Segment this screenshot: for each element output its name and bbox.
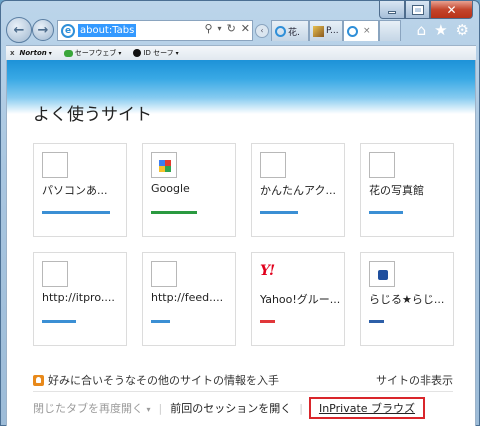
navigation-bar: ← → e about:Tabs ⚲ ▾ ↻ ✕ ‹ 花. P... × ⌂ ★… [5, 17, 477, 45]
tab-label: 花. [288, 27, 300, 38]
idsafe-icon [133, 49, 142, 57]
usage-bar [369, 320, 384, 323]
tab-label: P... [326, 26, 339, 36]
chevron-down-icon: ▾ [175, 49, 179, 57]
site-tile[interactable]: http://feed.... [142, 252, 236, 346]
site-thumbnail [151, 261, 177, 287]
site-tile-label: Google [151, 182, 190, 195]
reopen-session-link[interactable]: 前回のセッションを開く [170, 400, 291, 416]
chevron-down-icon: ▾ [118, 49, 122, 57]
forward-button[interactable]: → [32, 19, 54, 41]
divider [33, 391, 453, 392]
back-arrow-icon: ← [13, 22, 25, 38]
usage-bar [260, 211, 298, 214]
site-thumbnail [151, 152, 177, 178]
close-icon: ✕ [446, 2, 457, 17]
browser-window: ✕ ← → e about:Tabs ⚲ ▾ ↻ ✕ ‹ 花. P... × ⌂… [0, 0, 480, 426]
usage-bar [151, 320, 170, 323]
search-icon[interactable]: ⚲ [204, 22, 212, 35]
browser-command-icons: ⌂ ★ ⚙ [417, 21, 469, 39]
inprivate-browsing-link[interactable]: InPrivate ブラウズ [308, 397, 426, 419]
tab-scroll-left-button[interactable]: ‹ [255, 24, 269, 38]
photo-tab-icon [313, 25, 324, 37]
usage-bar [151, 211, 197, 214]
site-thumbnail: Y! [260, 261, 286, 287]
norton-menu[interactable]: Norton ▾ [20, 49, 52, 57]
yahoo-icon: Y! [260, 263, 275, 279]
site-tile[interactable]: かんたんアク... [251, 143, 345, 237]
usage-bar [42, 320, 76, 323]
ie-tab-icon [275, 25, 286, 37]
safeweb-icon [63, 49, 73, 57]
chevron-down-icon: ▾ [146, 405, 151, 414]
site-thumbnail [260, 152, 286, 178]
site-thumbnail [369, 261, 395, 287]
separator: | [299, 401, 303, 415]
usage-bar [42, 211, 110, 214]
safeweb-menu[interactable]: セーフウェブ ▾ [63, 48, 122, 58]
safeweb-label: セーフウェブ [74, 49, 117, 57]
minimize-icon [388, 10, 396, 14]
site-tile-label: http://itpro.... [42, 291, 115, 304]
site-tile[interactable]: 花の写真館 [360, 143, 454, 237]
separator: | [158, 401, 163, 415]
tab-photo[interactable]: P... [309, 20, 343, 41]
new-tab-page: よく使うサイト パソコンあ... Google かんたんアク... 花の写真館 [6, 60, 476, 426]
chevron-down-icon: ▾ [48, 49, 52, 57]
reopen-closed-tabs-label: 閉じたタブを再度開く [33, 402, 143, 415]
address-bar[interactable]: e about:Tabs ⚲ ▾ ↻ ✕ [57, 20, 253, 41]
forward-arrow-icon: → [37, 22, 49, 38]
address-input[interactable]: about:Tabs [78, 24, 137, 37]
stop-icon[interactable]: ✕ [241, 22, 250, 35]
address-tools: ⚲ ▾ ↻ ✕ [204, 22, 250, 35]
site-tile[interactable]: http://itpro.... [33, 252, 127, 346]
tab-close-icon[interactable]: × [363, 26, 371, 36]
site-thumbnail [42, 152, 68, 178]
usage-bar [369, 211, 403, 214]
back-button[interactable]: ← [6, 17, 32, 43]
settings-gear-icon[interactable]: ⚙ [456, 21, 469, 39]
site-tile[interactable]: Google [142, 143, 236, 237]
radio-site-icon [378, 270, 388, 280]
site-tile-label: らじる★らじ... [369, 293, 445, 306]
site-thumbnail [42, 261, 68, 287]
ie-tab-icon [347, 25, 358, 37]
page-title: よく使うサイト [33, 105, 152, 125]
dropdown-icon[interactable]: ▾ [218, 24, 222, 35]
site-tile-label: Yahoo!グルー... [260, 293, 341, 306]
site-tile[interactable]: パソコンあ... [33, 143, 127, 237]
site-tile-label: パソコンあ... [42, 184, 108, 197]
site-tile[interactable]: Y! Yahoo!グルー... [251, 252, 345, 346]
hide-sites-link[interactable]: サイトの非表示 [376, 372, 453, 388]
usage-bar [260, 320, 275, 323]
norton-toolbar: x Norton ▾ セーフウェブ ▾ ID セーフ ▾ [6, 45, 476, 60]
tab-flower[interactable]: 花. [271, 20, 309, 41]
refresh-icon[interactable]: ↻ [227, 22, 236, 35]
site-tile-label: http://feed.... [151, 291, 224, 304]
new-tab-button[interactable] [379, 20, 401, 41]
site-tile-label: かんたんアク... [260, 184, 336, 197]
footer-links: 閉じたタブを再度開く ▾ | 前回のセッションを開く | InPrivate ブ… [33, 397, 426, 419]
google-icon [159, 160, 171, 172]
idsafe-label: ID セーフ [143, 49, 174, 57]
ie-page-icon: e [61, 23, 75, 38]
site-tile-label: 花の写真館 [369, 184, 424, 197]
norton-label: Norton [19, 49, 47, 57]
tab-active[interactable]: × [343, 20, 379, 41]
site-tile[interactable]: らじる★らじ... [360, 252, 454, 346]
home-icon[interactable]: ⌂ [417, 21, 427, 39]
suggestions-row: 好みに合いそうなその他のサイトの情報を入手 サイトの非表示 [33, 372, 453, 388]
lightbulb-icon [33, 374, 44, 386]
maximize-icon [411, 4, 424, 15]
favorites-star-icon[interactable]: ★ [434, 21, 447, 39]
chevron-left-icon: ‹ [260, 26, 264, 35]
toolbar-close-icon[interactable]: x [10, 49, 15, 57]
suggest-sites-link[interactable]: 好みに合いそうなその他のサイトの情報を入手 [48, 372, 279, 388]
idsafe-menu[interactable]: ID セーフ ▾ [133, 48, 179, 58]
reopen-closed-tabs-link[interactable]: 閉じたタブを再度開く ▾ [33, 400, 151, 416]
site-thumbnail [369, 152, 395, 178]
